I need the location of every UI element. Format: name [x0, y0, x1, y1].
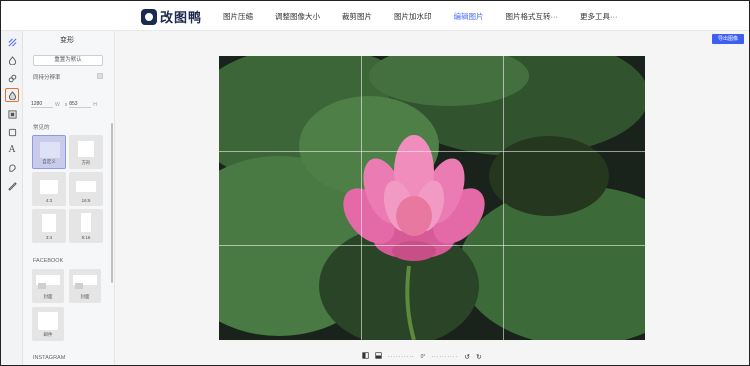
reset-default-button[interactable]: 重置为默认 — [33, 55, 103, 66]
frame-icon[interactable] — [5, 107, 19, 121]
nav-item-crop[interactable]: 裁剪图片 — [342, 11, 372, 22]
fb-preset-cover-2[interactable]: 封面 — [69, 269, 101, 303]
facebook-section-label: FACEBOOK — [33, 258, 64, 264]
preset-label: 封面 — [80, 294, 90, 299]
fb-preset-cover-1[interactable]: 封面 — [32, 269, 64, 303]
grid-line-v2 — [503, 56, 504, 340]
lotus-image — [219, 56, 645, 340]
preset-label: 邮件 — [43, 332, 53, 337]
flip-horizontal-icon[interactable] — [362, 352, 369, 361]
logo-icon — [141, 8, 157, 25]
nav-item-compress[interactable]: 图片压缩 — [223, 11, 253, 22]
brush-icon[interactable] — [5, 179, 19, 193]
blur-icon[interactable] — [5, 88, 19, 102]
sticker-icon[interactable] — [5, 161, 19, 175]
nav-menu: 图片压缩 调整图像大小 裁剪图片 图片加水印 编辑图片 图片格式互转··· 更多… — [223, 11, 640, 22]
height-unit: H — [93, 101, 97, 108]
preset-label: 4:3 — [45, 198, 53, 203]
instagram-section-label: INSTAGRAM — [33, 355, 66, 361]
grid-line-h2 — [219, 245, 645, 246]
rotation-readout: 0° — [420, 353, 426, 360]
nav-item-convert[interactable]: 图片格式互转··· — [506, 11, 559, 22]
preset-label: 16:9 — [81, 198, 91, 203]
preset-label: 自定义 — [42, 159, 56, 164]
grid-line-h1 — [219, 151, 645, 152]
rotate-right-icon[interactable]: ↻ — [476, 353, 482, 361]
keep-ratio-checkbox[interactable] — [97, 73, 103, 79]
panel-title: 变形 — [60, 37, 74, 44]
preset-square[interactable]: 方形 — [69, 135, 103, 169]
nav-item-edit[interactable]: 编辑图片 — [454, 11, 484, 22]
editing-photo[interactable] — [219, 56, 645, 340]
nav-item-watermark[interactable]: 图片加水印 — [394, 11, 432, 22]
text-icon[interactable]: A — [5, 143, 19, 157]
preset-9-16[interactable]: 9:16 — [69, 209, 103, 243]
width-input[interactable]: 1280 — [31, 101, 53, 108]
height-input[interactable]: 853 — [69, 101, 92, 108]
export-image-button[interactable]: 导出图像 — [712, 34, 744, 44]
nav-item-more[interactable]: 更多工具··· — [580, 11, 618, 22]
dimension-row: 1280 W x 853 H — [31, 101, 100, 108]
preset-label: 封面 — [43, 294, 53, 299]
droplet-icon[interactable] — [5, 53, 19, 67]
logo[interactable]: 改图鸭 — [141, 7, 202, 26]
transform-panel: 变形 重置为默认 同持分辨率 1280 W x 853 H 常见的 自定义 方形… — [23, 31, 115, 365]
preset-16-9[interactable]: 16:9 — [69, 172, 103, 206]
preset-3-4[interactable]: 3:4 — [32, 209, 66, 243]
keep-ratio-label: 同持分辨率 — [33, 75, 61, 81]
preset-custom[interactable]: 自定义 — [32, 135, 66, 169]
fb-preset-post[interactable]: 邮件 — [32, 307, 64, 341]
nav-item-resize[interactable]: 调整图像大小 — [275, 11, 320, 22]
rotate-left-icon[interactable]: ↺ — [464, 353, 470, 361]
tool-icon-bar: A — [1, 31, 23, 365]
times-sign: x — [64, 101, 68, 108]
top-nav: 改图鸭 图片压缩 调整图像大小 裁剪图片 图片加水印 编辑图片 图片格式互转··… — [1, 1, 749, 31]
rotation-slider-right[interactable]: ·········· — [431, 354, 458, 360]
preset-label: 3:4 — [45, 235, 53, 240]
grid-line-v1 — [361, 56, 362, 340]
link-icon[interactable] — [5, 71, 19, 85]
panel-scrollbar[interactable] — [111, 123, 113, 283]
bottom-toolbar: ·········· 0° ·········· ↺ ↻ — [362, 352, 482, 361]
preset-label: 方形 — [81, 160, 91, 165]
preset-4-3[interactable]: 4:3 — [32, 172, 66, 206]
logo-text: 改图鸭 — [160, 10, 203, 25]
flip-vertical-icon[interactable] — [375, 352, 382, 361]
width-unit: W — [55, 101, 60, 108]
rotation-slider-left[interactable]: ·········· — [388, 354, 415, 360]
transform-icon[interactable] — [5, 35, 19, 49]
common-section-label: 常见的 — [33, 125, 50, 131]
preset-label: 9:16 — [81, 235, 91, 240]
square-icon[interactable] — [5, 125, 19, 139]
